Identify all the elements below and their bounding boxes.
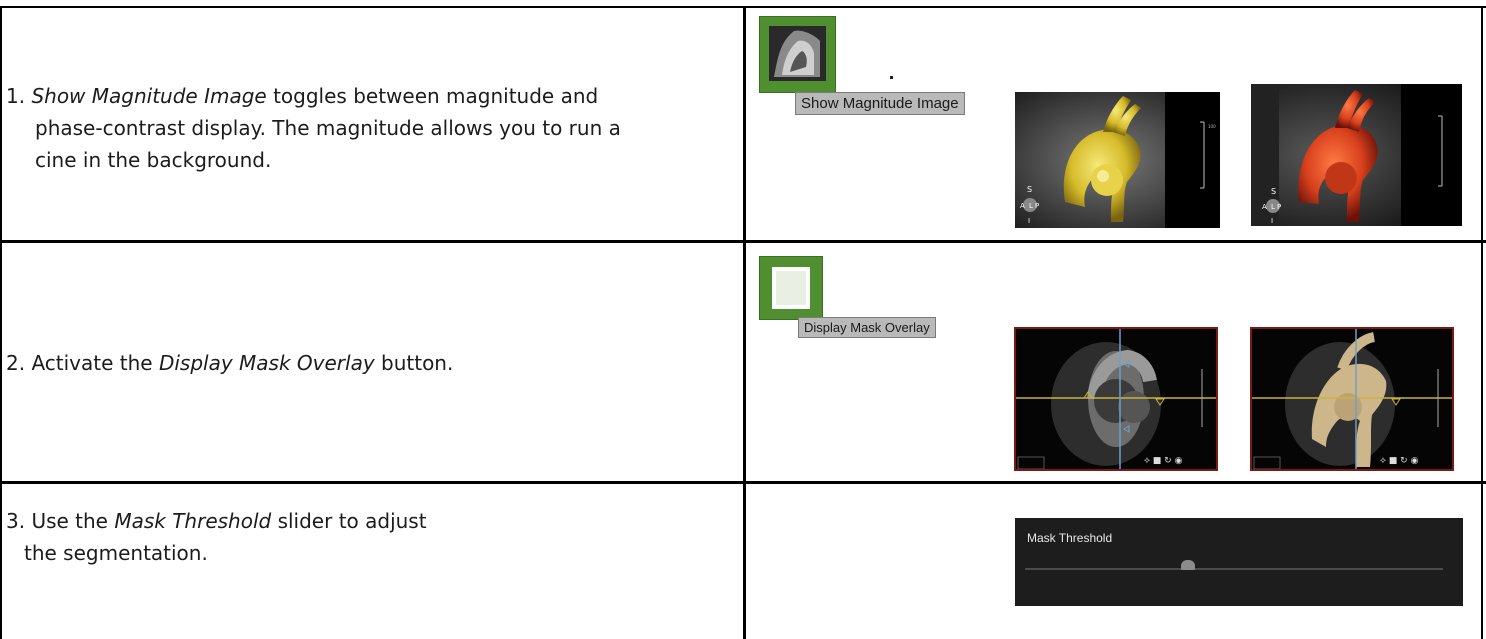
tooltip-stray-dot [890,76,893,79]
step-1-line-2: phase-contrast display. The magnitude al… [35,116,621,140]
show-magnitude-image-button[interactable] [759,16,836,93]
svg-text:⟡ ■ ↻ ◉: ⟡ ■ ↻ ◉ [1144,456,1183,466]
svg-text:100: 100 [1208,124,1216,129]
table-column-divider [743,6,746,639]
step-3-text: 3. Use the Mask Threshold slider to adju… [6,505,726,569]
mask-overlay-icon [772,267,810,309]
mask-threshold-track[interactable] [1025,568,1443,570]
magnitude-image-icon [769,26,826,81]
mask-on-viewer: ⟡ ■ ↻ ◉ [1250,327,1454,471]
step-1-line-3: cine in the background. [35,148,272,172]
step-1-line-1: 1. Show Magnitude Image toggles between … [6,84,599,108]
svg-text:A: A [1020,202,1025,210]
phase-contrast-3d-viewer: S A L P I [1251,84,1462,226]
mask-threshold-label: Mask Threshold [1027,531,1113,545]
step-3-line-2: the segmentation. [24,541,208,565]
table-border-right [1481,6,1483,639]
mask-threshold-slider-thumb[interactable] [1181,560,1196,570]
orientation-s: S [1027,185,1032,194]
show-magnitude-image-tooltip: Show Magnitude Image [795,92,965,115]
svg-text:I: I [1028,217,1030,225]
mask-threshold-panel: Mask Threshold [1015,518,1463,606]
step-1-term: Show Magnitude Image [31,84,267,108]
svg-text:S: S [1271,187,1276,196]
step-2-text: 2. Activate the Display Mask Overlay but… [6,351,454,375]
table-row-divider-1 [0,240,1486,243]
step-3-term: Mask Threshold [114,509,272,533]
svg-text:P: P [1277,203,1281,211]
table-row-divider-2 [0,481,1486,484]
svg-text:L: L [1271,203,1275,211]
mask-off-viewer: ⟡ ■ ↻ ◉ [1014,327,1218,471]
display-mask-overlay-button[interactable] [759,256,823,320]
step-2-term: Display Mask Overlay [158,351,375,375]
display-mask-overlay-tooltip: Display Mask Overlay [798,317,936,338]
svg-text:A: A [1262,203,1267,211]
svg-text:⟡ ■ ↻ ◉: ⟡ ■ ↻ ◉ [1380,456,1419,466]
magnitude-3d-viewer: 100 S A L P I [1015,92,1220,228]
step-1-text: 1. Show Magnitude Image toggles between … [6,80,736,176]
instruction-table: 1. Show Magnitude Image toggles between … [0,0,1486,639]
table-border-left [0,6,2,639]
step-3-line-1: 3. Use the Mask Threshold slider to adju… [6,509,427,533]
svg-text:I: I [1271,217,1273,225]
svg-text:P: P [1035,202,1039,210]
svg-text:L: L [1029,202,1033,210]
